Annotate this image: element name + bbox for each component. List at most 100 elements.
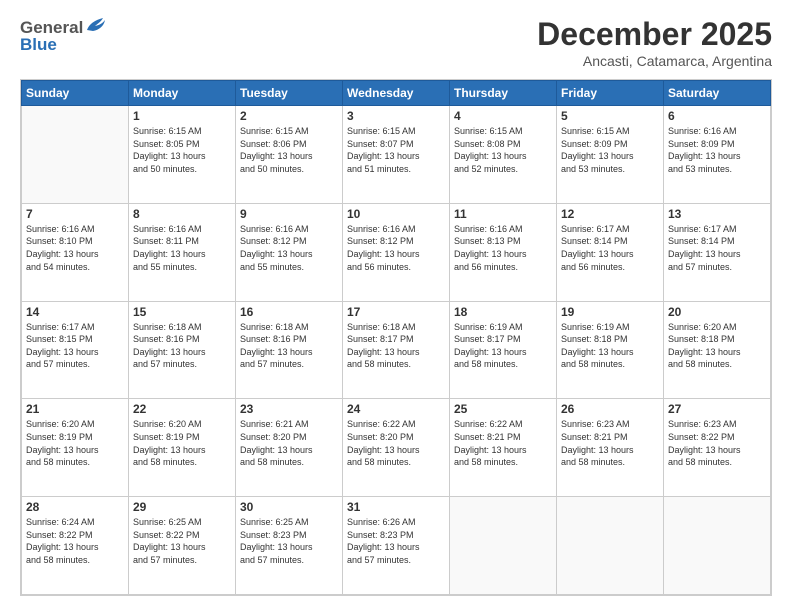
day-number: 31 [347, 500, 445, 514]
table-row: 21 Sunrise: 6:20 AMSunset: 8:19 PMDayligh… [22, 399, 129, 497]
calendar-week-row: 28Sunrise: 6:24 AMSunset: 8:22 PMDayligh… [22, 497, 771, 595]
table-row: 16 Sunrise: 6:18 AMSunset: 8:16 PMDayligh… [236, 301, 343, 399]
day-number: 16 [240, 305, 338, 319]
day-info: Sunrise: 6:25 AMSunset: 8:23 PMDaylight:… [240, 516, 338, 566]
day-info: Sunrise: 6:20 AMSunset: 8:19 PMDaylight:… [133, 418, 231, 468]
table-row: 3Sunrise: 6:15 AMSunset: 8:07 PMDaylight… [343, 106, 450, 204]
table-row: 14 Sunrise: 6:17 AMSunset: 8:15 PMDayligh… [22, 301, 129, 399]
day-number: 20 [668, 305, 766, 319]
table-row: 6 Sunrise: 6:16 AMSunset: 8:09 PMDaylight… [664, 106, 771, 204]
calendar-week-row: 1 Sunrise: 6:15 AMSunset: 8:05 PMDaylight… [22, 106, 771, 204]
day-number: 30 [240, 500, 338, 514]
day-info: Sunrise: 6:23 AMSunset: 8:22 PMDaylight:… [668, 418, 766, 468]
table-row: 12 Sunrise: 6:17 AMSunset: 8:14 PMDayligh… [557, 203, 664, 301]
day-info: Sunrise: 6:24 AMSunset: 8:22 PMDaylight:… [26, 516, 124, 566]
day-info: Sunrise: 6:19 AMSunset: 8:18 PMDaylight:… [561, 321, 659, 371]
day-number: 1 [133, 109, 231, 123]
title-area: December 2025 Ancasti, Catamarca, Argent… [537, 16, 772, 69]
table-row: 25Sunrise: 6:22 AMSunset: 8:21 PMDayligh… [450, 399, 557, 497]
day-number: 4 [454, 109, 552, 123]
day-number: 21 [26, 402, 124, 416]
day-number: 15 [133, 305, 231, 319]
day-info: Sunrise: 6:22 AMSunset: 8:20 PMDaylight:… [347, 418, 445, 468]
logo-blue-text: Blue [20, 35, 57, 55]
table-row [557, 497, 664, 595]
day-number: 26 [561, 402, 659, 416]
day-info: Sunrise: 6:17 AMSunset: 8:14 PMDaylight:… [668, 223, 766, 273]
day-number: 3 [347, 109, 445, 123]
table-row: 5Sunrise: 6:15 AMSunset: 8:09 PMDaylight… [557, 106, 664, 204]
day-number: 8 [133, 207, 231, 221]
table-row: 31Sunrise: 6:26 AMSunset: 8:23 PMDayligh… [343, 497, 450, 595]
day-number: 9 [240, 207, 338, 221]
table-row: 2 Sunrise: 6:15 AMSunset: 8:06 PMDaylight… [236, 106, 343, 204]
day-number: 18 [454, 305, 552, 319]
table-row: 13 Sunrise: 6:17 AMSunset: 8:14 PMDayligh… [664, 203, 771, 301]
day-info: Sunrise: 6:21 AMSunset: 8:20 PMDaylight:… [240, 418, 338, 468]
table-row: 26 Sunrise: 6:23 AMSunset: 8:21 PMDayligh… [557, 399, 664, 497]
calendar-week-row: 21 Sunrise: 6:20 AMSunset: 8:19 PMDayligh… [22, 399, 771, 497]
table-row: 8 Sunrise: 6:16 AMSunset: 8:11 PMDaylight… [129, 203, 236, 301]
day-number: 17 [347, 305, 445, 319]
day-info: Sunrise: 6:15 AMSunset: 8:06 PMDaylight:… [240, 125, 338, 175]
table-row: 10 Sunrise: 6:16 AMSunset: 8:12 PMDayligh… [343, 203, 450, 301]
day-number: 13 [668, 207, 766, 221]
day-number: 6 [668, 109, 766, 123]
table-row: 17 Sunrise: 6:18 AMSunset: 8:17 PMDayligh… [343, 301, 450, 399]
table-row [664, 497, 771, 595]
table-row: 22 Sunrise: 6:20 AMSunset: 8:19 PMDayligh… [129, 399, 236, 497]
page: General Blue December 2025 Ancasti, Cata… [0, 0, 792, 612]
day-info: Sunrise: 6:22 AMSunset: 8:21 PMDaylight:… [454, 418, 552, 468]
day-info: Sunrise: 6:15 AMSunset: 8:05 PMDaylight:… [133, 125, 231, 175]
day-info: Sunrise: 6:16 AMSunset: 8:12 PMDaylight:… [240, 223, 338, 273]
header-thursday: Thursday [450, 81, 557, 106]
day-info: Sunrise: 6:15 AMSunset: 8:08 PMDaylight:… [454, 125, 552, 175]
table-row: 23 Sunrise: 6:21 AMSunset: 8:20 PMDayligh… [236, 399, 343, 497]
header-tuesday: Tuesday [236, 81, 343, 106]
table-row [450, 497, 557, 595]
header-monday: Monday [129, 81, 236, 106]
day-number: 5 [561, 109, 659, 123]
logo-bird-icon [85, 16, 107, 39]
day-info: Sunrise: 6:23 AMSunset: 8:21 PMDaylight:… [561, 418, 659, 468]
day-info: Sunrise: 6:17 AMSunset: 8:15 PMDaylight:… [26, 321, 124, 371]
table-row: 29Sunrise: 6:25 AMSunset: 8:22 PMDayligh… [129, 497, 236, 595]
day-info: Sunrise: 6:16 AMSunset: 8:10 PMDaylight:… [26, 223, 124, 273]
calendar-week-row: 7Sunrise: 6:16 AMSunset: 8:10 PMDaylight… [22, 203, 771, 301]
table-row [22, 106, 129, 204]
day-number: 22 [133, 402, 231, 416]
day-info: Sunrise: 6:20 AMSunset: 8:19 PMDaylight:… [26, 418, 124, 468]
day-number: 23 [240, 402, 338, 416]
day-info: Sunrise: 6:19 AMSunset: 8:17 PMDaylight:… [454, 321, 552, 371]
day-info: Sunrise: 6:25 AMSunset: 8:22 PMDaylight:… [133, 516, 231, 566]
subtitle: Ancasti, Catamarca, Argentina [537, 53, 772, 69]
day-info: Sunrise: 6:17 AMSunset: 8:14 PMDaylight:… [561, 223, 659, 273]
day-number: 10 [347, 207, 445, 221]
table-row: 9 Sunrise: 6:16 AMSunset: 8:12 PMDaylight… [236, 203, 343, 301]
header: General Blue December 2025 Ancasti, Cata… [20, 16, 772, 69]
day-number: 14 [26, 305, 124, 319]
table-row: 24Sunrise: 6:22 AMSunset: 8:20 PMDayligh… [343, 399, 450, 497]
day-number: 11 [454, 207, 552, 221]
day-info: Sunrise: 6:16 AMSunset: 8:12 PMDaylight:… [347, 223, 445, 273]
calendar-header-row: Sunday Monday Tuesday Wednesday Thursday… [22, 81, 771, 106]
header-wednesday: Wednesday [343, 81, 450, 106]
day-number: 27 [668, 402, 766, 416]
table-row: 4 Sunrise: 6:15 AMSunset: 8:08 PMDaylight… [450, 106, 557, 204]
logo: General Blue [20, 16, 107, 55]
header-sunday: Sunday [22, 81, 129, 106]
table-row: 11Sunrise: 6:16 AMSunset: 8:13 PMDayligh… [450, 203, 557, 301]
day-number: 12 [561, 207, 659, 221]
day-info: Sunrise: 6:18 AMSunset: 8:17 PMDaylight:… [347, 321, 445, 371]
day-info: Sunrise: 6:18 AMSunset: 8:16 PMDaylight:… [240, 321, 338, 371]
month-title: December 2025 [537, 16, 772, 53]
table-row: 20Sunrise: 6:20 AMSunset: 8:18 PMDayligh… [664, 301, 771, 399]
table-row: 19Sunrise: 6:19 AMSunset: 8:18 PMDayligh… [557, 301, 664, 399]
calendar-week-row: 14 Sunrise: 6:17 AMSunset: 8:15 PMDayligh… [22, 301, 771, 399]
table-row: 1 Sunrise: 6:15 AMSunset: 8:05 PMDaylight… [129, 106, 236, 204]
day-info: Sunrise: 6:16 AMSunset: 8:11 PMDaylight:… [133, 223, 231, 273]
day-info: Sunrise: 6:16 AMSunset: 8:09 PMDaylight:… [668, 125, 766, 175]
table-row: 28Sunrise: 6:24 AMSunset: 8:22 PMDayligh… [22, 497, 129, 595]
table-row: 30 Sunrise: 6:25 AMSunset: 8:23 PMDayligh… [236, 497, 343, 595]
day-number: 2 [240, 109, 338, 123]
